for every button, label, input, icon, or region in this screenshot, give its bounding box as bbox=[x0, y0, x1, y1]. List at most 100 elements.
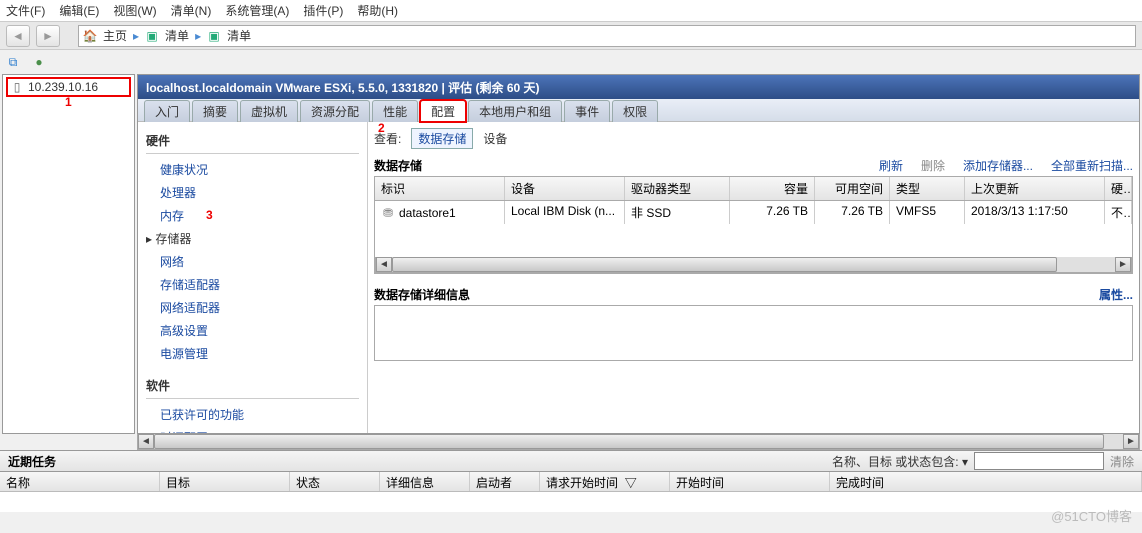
host-title-bar: localhost.localdomain VMware ESXi, 5.5.0… bbox=[138, 75, 1139, 99]
tcol-requested[interactable]: 请求开始时间 ▽ bbox=[540, 472, 670, 491]
menu-bar: 文件(F) 编辑(E) 视图(W) 清单(N) 系统管理(A) 插件(P) 帮助… bbox=[0, 0, 1142, 22]
cell-free: 7.26 TB bbox=[815, 201, 890, 224]
scroll-left-icon[interactable]: ◄ bbox=[138, 434, 154, 449]
grid-hscroll[interactable]: ◄ ► bbox=[375, 257, 1132, 273]
tab-local-users[interactable]: 本地用户和组 bbox=[468, 100, 562, 122]
col-hwaccel[interactable]: 硬件加速 bbox=[1105, 177, 1132, 200]
menu-inventory[interactable]: 清单(N) bbox=[171, 2, 212, 19]
inventory-icon: ▣ bbox=[145, 29, 159, 43]
forward-button[interactable]: ► bbox=[36, 25, 60, 47]
tab-vms[interactable]: 虚拟机 bbox=[240, 100, 298, 122]
home-icon[interactable]: 🏠 bbox=[83, 29, 97, 43]
col-device[interactable]: 设备 bbox=[505, 177, 625, 200]
chevron-right-icon: ▸ bbox=[195, 29, 201, 43]
hw-advanced[interactable]: 高级设置 bbox=[146, 319, 359, 342]
grid-body[interactable]: ⛃ datastore1 Local IBM Disk (n... 非 SSD … bbox=[375, 201, 1132, 257]
col-free[interactable]: 可用空间 bbox=[815, 177, 890, 200]
main-area: ▯ 10.239.10.16 1 localhost.localdomain V… bbox=[0, 74, 1142, 434]
back-button[interactable]: ◄ bbox=[6, 25, 30, 47]
table-row[interactable]: ⛃ datastore1 Local IBM Disk (n... 非 SSD … bbox=[375, 201, 1132, 224]
task-columns: 名称 目标 状态 详细信息 启动者 请求开始时间 ▽ 开始时间 完成时间 bbox=[0, 472, 1142, 492]
annotation-2: 2 bbox=[378, 121, 385, 135]
hw-storage-adapter[interactable]: 存储适配器 bbox=[146, 273, 359, 296]
breadcrumb-home[interactable]: 主页 bbox=[103, 27, 127, 44]
hw-processors[interactable]: 处理器 bbox=[146, 181, 359, 204]
filter-input[interactable] bbox=[974, 452, 1104, 470]
datastore-actions: 刷新 删除 添加存储器... 全部重新扫描... bbox=[879, 157, 1133, 174]
filter-label: 名称、目标 或状态包含: ▾ bbox=[832, 453, 968, 470]
datastore-title: 数据存储 bbox=[374, 157, 422, 174]
col-updated[interactable]: 上次更新 bbox=[965, 177, 1105, 200]
grid-header: 标识 设备 驱动器类型 容量 可用空间 类型 上次更新 硬件加速 bbox=[375, 177, 1132, 201]
view-datastore[interactable]: 数据存储 bbox=[411, 128, 473, 149]
scroll-right-icon[interactable]: ► bbox=[1123, 434, 1139, 449]
tcol-complete[interactable]: 完成时间 bbox=[830, 472, 1142, 491]
breadcrumb-inventory2[interactable]: 清单 bbox=[227, 27, 251, 44]
action-add-storage[interactable]: 添加存储器... bbox=[963, 157, 1033, 174]
new-vm-icon[interactable]: ⧉ bbox=[6, 55, 20, 69]
cell-name: datastore1 bbox=[399, 206, 456, 220]
scroll-track[interactable] bbox=[154, 434, 1123, 449]
cell-type: VMFS5 bbox=[890, 201, 965, 224]
sw-licensed[interactable]: 已获许可的功能 bbox=[146, 403, 359, 426]
tab-summary[interactable]: 摘要 bbox=[192, 100, 238, 122]
col-capacity[interactable]: 容量 bbox=[730, 177, 815, 200]
hw-storage[interactable]: 存储器 bbox=[146, 227, 359, 250]
menu-edit[interactable]: 编辑(E) bbox=[59, 2, 99, 19]
action-properties[interactable]: 属性... bbox=[1099, 286, 1133, 303]
tab-resource-alloc[interactable]: 资源分配 bbox=[300, 100, 370, 122]
recent-tasks-title: 近期任务 bbox=[8, 453, 56, 470]
action-delete[interactable]: 删除 bbox=[921, 157, 945, 174]
hw-power-mgmt[interactable]: 电源管理 bbox=[146, 342, 359, 365]
col-id[interactable]: 标识 bbox=[375, 177, 505, 200]
scroll-right-icon[interactable]: ► bbox=[1115, 257, 1131, 272]
scroll-thumb[interactable] bbox=[392, 257, 1057, 272]
sw-time[interactable]: 时间配置 bbox=[146, 426, 359, 433]
menu-admin[interactable]: 系统管理(A) bbox=[225, 2, 289, 19]
tab-configuration[interactable]: 配置 bbox=[420, 100, 466, 122]
scroll-thumb[interactable] bbox=[154, 434, 1104, 449]
menu-help[interactable]: 帮助(H) bbox=[357, 2, 398, 19]
col-drive-type[interactable]: 驱动器类型 bbox=[625, 177, 730, 200]
breadcrumb: 🏠 主页 ▸ ▣ 清单 ▸ ▣ 清单 bbox=[78, 25, 1136, 47]
tab-performance[interactable]: 性能 bbox=[372, 100, 418, 122]
col-type[interactable]: 类型 bbox=[890, 177, 965, 200]
tab-permissions[interactable]: 权限 bbox=[612, 100, 658, 122]
menu-view[interactable]: 视图(W) bbox=[113, 2, 156, 19]
hw-health[interactable]: 健康状况 bbox=[146, 158, 359, 181]
menu-plugins[interactable]: 插件(P) bbox=[303, 2, 343, 19]
config-side-panel: 硬件 健康状况 处理器 内存 存储器 网络 存储适配器 网络适配器 高级设置 电… bbox=[138, 122, 368, 433]
action-rescan-all[interactable]: 全部重新扫描... bbox=[1051, 157, 1133, 174]
content-hscroll[interactable]: ◄ ► bbox=[137, 434, 1140, 450]
scroll-track[interactable] bbox=[392, 257, 1115, 272]
tcol-initiator[interactable]: 启动者 bbox=[470, 472, 540, 491]
breadcrumb-inventory1[interactable]: 清单 bbox=[165, 27, 189, 44]
hw-memory[interactable]: 内存 bbox=[146, 204, 359, 227]
tcol-details[interactable]: 详细信息 bbox=[380, 472, 470, 491]
globe-icon[interactable]: ● bbox=[32, 55, 46, 69]
recent-tasks-header: 近期任务 名称、目标 或状态包含: ▾ 清除 bbox=[0, 450, 1142, 472]
view-device[interactable]: 设备 bbox=[483, 130, 507, 147]
cell-hwaccel: 不受支持 bbox=[1105, 201, 1132, 224]
recent-tasks-filter: 名称、目标 或状态包含: ▾ 清除 bbox=[832, 452, 1134, 470]
cell-capacity: 7.26 TB bbox=[730, 201, 815, 224]
hw-network-adapter[interactable]: 网络适配器 bbox=[146, 296, 359, 319]
host-title: localhost.localdomain VMware ESXi, 5.5.0… bbox=[146, 79, 540, 96]
cell-updated: 2018/3/13 1:17:50 bbox=[965, 201, 1105, 224]
action-refresh[interactable]: 刷新 bbox=[879, 157, 903, 174]
menu-file[interactable]: 文件(F) bbox=[6, 2, 45, 19]
cell-device: Local IBM Disk (n... bbox=[505, 201, 625, 224]
tab-getting-started[interactable]: 入门 bbox=[144, 100, 190, 122]
tree-host[interactable]: ▯ 10.239.10.16 bbox=[6, 77, 131, 97]
tcol-start[interactable]: 开始时间 bbox=[670, 472, 830, 491]
scroll-left-icon[interactable]: ◄ bbox=[376, 257, 392, 272]
datastore-header: 数据存储 刷新 删除 添加存储器... 全部重新扫描... bbox=[374, 155, 1133, 176]
tcol-name[interactable]: 名称 bbox=[0, 472, 160, 491]
tcol-target[interactable]: 目标 bbox=[160, 472, 290, 491]
filter-clear[interactable]: 清除 bbox=[1110, 453, 1134, 470]
detail-body bbox=[374, 305, 1133, 361]
tab-events[interactable]: 事件 bbox=[564, 100, 610, 122]
host-icon: ▯ bbox=[10, 80, 24, 94]
tcol-status[interactable]: 状态 bbox=[290, 472, 380, 491]
hw-network[interactable]: 网络 bbox=[146, 250, 359, 273]
